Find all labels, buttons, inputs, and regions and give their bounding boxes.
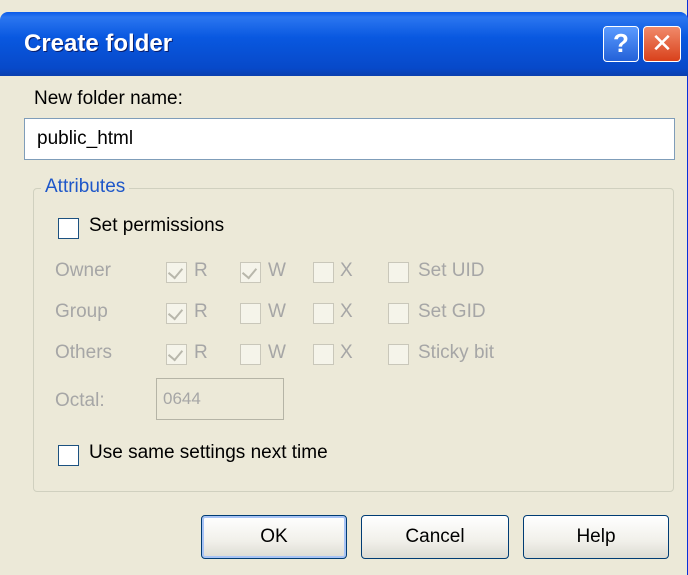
check-mark-icon	[241, 263, 258, 280]
folder-name-input[interactable]: public_html	[24, 118, 675, 160]
sticky-bit-label: Sticky bit	[418, 342, 495, 363]
create-folder-dialog: Create folder ? ✕ New folder name: publi…	[0, 0, 688, 575]
group-execute-label: X	[340, 301, 353, 322]
octal-label: Octal:	[55, 390, 105, 411]
help-button[interactable]: Help	[523, 515, 669, 559]
help-title-button[interactable]: ?	[603, 26, 639, 62]
group-write-label: W	[268, 301, 286, 322]
set-permissions-checkbox[interactable]	[58, 218, 79, 239]
owner-execute-checkbox[interactable]	[313, 262, 334, 283]
ok-button[interactable]: OK	[201, 515, 347, 559]
group-label: Group	[55, 301, 108, 322]
owner-write-checkbox[interactable]	[240, 262, 261, 283]
others-read-label: R	[194, 342, 208, 363]
octal-input[interactable]: 0644	[156, 378, 284, 420]
set-uid-checkbox[interactable]	[388, 262, 409, 283]
owner-write-label: W	[268, 260, 286, 281]
others-write-checkbox[interactable]	[240, 344, 261, 365]
group-write-checkbox[interactable]	[240, 303, 261, 324]
owner-read-label: R	[194, 260, 208, 281]
set-gid-checkbox[interactable]	[388, 303, 409, 324]
set-gid-label: Set GID	[418, 301, 486, 322]
others-execute-label: X	[340, 342, 353, 363]
others-execute-checkbox[interactable]	[313, 344, 334, 365]
sticky-bit-checkbox[interactable]	[388, 344, 409, 365]
set-uid-label: Set UID	[418, 260, 485, 281]
others-read-checkbox[interactable]	[166, 344, 187, 365]
use-same-settings-checkbox[interactable]	[58, 445, 79, 466]
owner-label: Owner	[55, 260, 111, 281]
group-read-checkbox[interactable]	[166, 303, 187, 324]
group-read-label: R	[194, 301, 208, 322]
group-execute-checkbox[interactable]	[313, 303, 334, 324]
close-button[interactable]: ✕	[643, 26, 681, 62]
cancel-button[interactable]: Cancel	[361, 515, 509, 559]
set-permissions-label: Set permissions	[89, 215, 225, 236]
title-bar[interactable]: Create folder ? ✕	[0, 12, 688, 76]
check-mark-icon	[167, 263, 184, 280]
use-same-settings-label: Use same settings next time	[89, 442, 328, 463]
others-label: Others	[55, 342, 113, 363]
others-write-label: W	[268, 342, 286, 363]
dialog-title: Create folder	[24, 30, 173, 57]
check-mark-icon	[167, 304, 184, 321]
attributes-group-title: Attributes	[41, 176, 130, 198]
owner-read-checkbox[interactable]	[166, 262, 187, 283]
folder-name-label: New folder name:	[34, 88, 183, 109]
owner-execute-label: X	[340, 260, 353, 281]
check-mark-icon	[167, 345, 184, 362]
